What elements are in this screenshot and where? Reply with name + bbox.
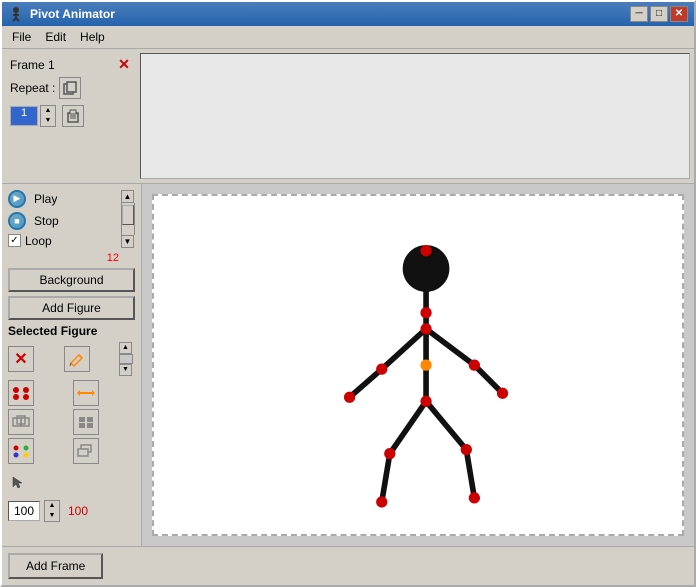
add-frame-button[interactable]: Add Frame [8,553,103,579]
layer-button[interactable] [73,438,99,464]
canvas-frame[interactable] [152,194,684,536]
spin-down-button[interactable]: ▼ [41,116,55,126]
stop-icon: ■ [8,212,26,230]
fps-display: 12 [8,252,135,264]
pencil-icon [69,351,85,367]
layer-icon [77,444,95,458]
selected-figure-label: Selected Figure [8,324,135,338]
edit-figure-button[interactable] [64,346,90,372]
move-button[interactable] [73,409,99,435]
minimize-button[interactable]: ─ [630,6,648,22]
size-spin-up[interactable]: ▲ [45,501,59,511]
duplicate-button[interactable] [8,409,34,435]
menu-file[interactable]: File [6,28,37,46]
frame-close-button[interactable]: ✕ [116,57,132,73]
size-value2: 100 [68,504,88,518]
pointer-tool-button[interactable] [8,472,28,492]
copy-icon [63,81,77,95]
background-button[interactable]: Background [8,268,135,292]
menu-bar: File Edit Help [2,26,694,49]
copy-button[interactable] [59,77,81,99]
move-icon [77,415,95,429]
multi-color-icon [12,444,30,458]
app-icon [8,6,24,22]
frame-controls: Frame 1 ✕ Repeat : 1 ▲ [6,53,136,179]
app-title: Pivot Animator [30,7,115,21]
close-button[interactable]: ✕ [670,6,688,22]
pointer-icon [11,475,25,489]
stick-figure [154,196,682,534]
frame-title: Frame 1 [10,58,55,72]
duplicate-icon [12,415,30,429]
title-bar: Pivot Animator ─ □ ✕ [2,2,694,26]
frame-strip [140,53,690,179]
size-input[interactable]: 100 [8,501,40,521]
bottom-bar: Add Frame [2,546,694,585]
play-button[interactable]: Play [32,191,59,207]
arrow-button[interactable] [73,380,99,406]
maximize-button[interactable]: □ [650,6,668,22]
color-dots-button[interactable] [8,380,34,406]
loop-label: Loop [25,234,52,248]
top-panel: Frame 1 ✕ Repeat : 1 ▲ [2,49,694,184]
menu-edit[interactable]: Edit [39,28,72,46]
paste-button[interactable] [62,105,84,127]
spin-up-button[interactable]: ▲ [41,106,55,116]
play-icon: ▶ [8,190,26,208]
arrows-icon [77,386,95,400]
add-figure-button[interactable]: Add Figure [8,296,135,320]
color-dots-icon [12,386,30,400]
loop-checkbox[interactable]: ✓ [8,234,21,247]
size-spinner[interactable]: ▲ ▼ [44,500,60,522]
delete-figure-button[interactable]: ✕ [8,346,34,372]
figure-scroll-up[interactable]: ▲ [119,342,132,354]
repeat-spinner[interactable]: ▲ ▼ [40,105,56,127]
repeat-input[interactable]: 1 [10,106,38,126]
paste-icon [66,109,80,123]
canvas-area [142,184,694,546]
menu-help[interactable]: Help [74,28,111,46]
scroll-down-button[interactable]: ▼ [121,235,134,248]
scroll-up-button[interactable]: ▲ [121,190,134,203]
figure-scroll-down[interactable]: ▼ [119,364,132,376]
size-spin-down[interactable]: ▼ [45,511,59,521]
stop-button[interactable]: Stop [32,213,61,229]
left-panel: ▶ Play ■ Stop ✓ Loop ▲ [2,184,142,546]
multi-color-button[interactable] [8,438,34,464]
repeat-label: Repeat : [10,81,55,95]
